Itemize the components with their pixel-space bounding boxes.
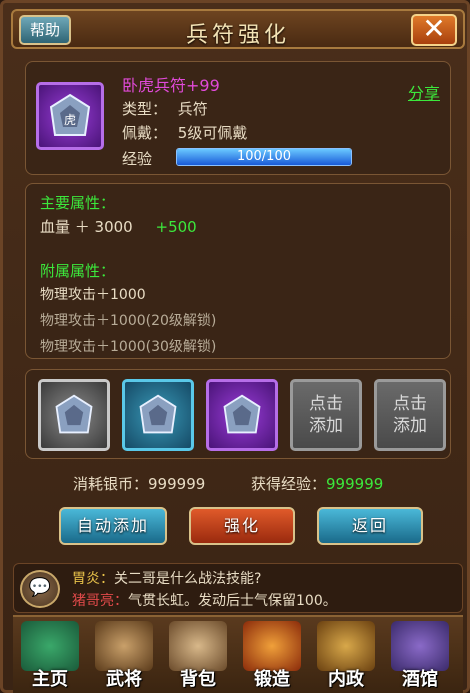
chat-sender: 胃炎： (72, 571, 114, 587)
bottom-nav: 主页 武将 背包 锻造 内政 酒馆 (13, 615, 463, 693)
palace-icon (21, 621, 79, 671)
item-name: 卧虎兵符+99 (122, 76, 220, 95)
nav-label: 主页 (32, 669, 68, 690)
nav-domestic[interactable]: 内政 (311, 621, 381, 693)
anvil-icon (243, 621, 301, 671)
chat-text: 关二哥是什么战法技能? (114, 571, 262, 587)
nav-home[interactable]: 主页 (15, 621, 85, 693)
sub-attr-line: 物理攻击＋1000(30级解锁) (40, 339, 217, 355)
heroes-icon (391, 621, 449, 671)
item-icon-slot[interactable]: 虎 (36, 82, 104, 150)
general-icon (95, 621, 153, 671)
enhance-button[interactable]: 强化 (189, 507, 295, 545)
chat-text: 气贯长虹。发动后士气保留100。 (128, 593, 337, 609)
exp-label: 经验 (122, 150, 153, 168)
treasure-icon (317, 621, 375, 671)
nav-bag[interactable]: 背包 (163, 621, 233, 693)
silver-cost-label: 消耗银币： (73, 475, 149, 493)
type-row: 类型： 兵符 (122, 98, 208, 119)
materials-panel: 点击 添加 点击 添加 (25, 369, 451, 459)
wear-value: 5级可佩戴 (177, 124, 248, 142)
window-frame: 帮助 兵符强化 ✕ 虎 卧虎兵符+99 分享 类型： 兵符 佩戴： 5级可佩戴 … (0, 0, 470, 693)
material-slot[interactable] (122, 379, 194, 451)
material-slot[interactable] (38, 379, 110, 451)
type-label: 类型： (122, 100, 168, 118)
sub-attr-title: 附属属性： (40, 262, 116, 280)
nav-forge[interactable]: 锻造 (237, 621, 307, 693)
auto-add-button[interactable]: 自动添加 (59, 507, 167, 545)
exp-gain: 获得经验：999999 (251, 473, 383, 494)
nav-label: 内政 (328, 669, 364, 690)
main-attr-title: 主要属性： (40, 194, 116, 212)
sub-attr-line: 物理攻击＋1000(20级解锁) (40, 313, 217, 329)
chat-box[interactable]: 💬 胃炎：关二哥是什么战法技能? 猪哥亮：气贯长虹。发动后士气保留100。 (13, 563, 463, 613)
tally-icon: 虎 (49, 93, 91, 136)
close-button[interactable]: ✕ (411, 14, 457, 46)
tally-icon (139, 394, 177, 434)
tally-icon (223, 394, 261, 434)
bag-icon (169, 621, 227, 671)
nav-label: 锻造 (254, 669, 290, 690)
material-slot[interactable] (206, 379, 278, 451)
type-value: 兵符 (177, 100, 208, 118)
slot-label: 添加 (309, 416, 343, 436)
item-info-panel: 虎 卧虎兵符+99 分享 类型： 兵符 佩戴： 5级可佩戴 经验 100/100 (25, 61, 451, 175)
exp-gain-value: 999999 (326, 475, 384, 493)
title-bar: 帮助 兵符强化 ✕ (11, 9, 465, 49)
empty-slot-add-button[interactable]: 点击 添加 (374, 379, 446, 451)
chat-sender: 猪哥亮： (72, 593, 128, 609)
exp-bar: 100/100 (176, 148, 352, 166)
main-attr-bonus: +500 (155, 218, 197, 236)
nav-label: 背包 (180, 669, 216, 690)
tally-icon (55, 394, 93, 434)
slot-label: 添加 (393, 416, 427, 436)
chat-message: 猪哥亮：气贯长虹。发动后士气保留100。 (72, 590, 337, 610)
share-link[interactable]: 分享 (408, 80, 440, 104)
silver-cost-value: 999999 (148, 475, 206, 493)
nav-generals[interactable]: 武将 (89, 621, 159, 693)
slot-label: 点击 (309, 394, 343, 414)
exp-gain-label: 获得经验： (251, 475, 327, 493)
sub-attr-line: 物理攻击＋1000 (40, 287, 146, 303)
chat-message: 胃炎：关二哥是什么战法技能? (72, 568, 261, 588)
main-attr-line: 血量 ＋ 3000 +500 (40, 216, 197, 237)
nav-label: 酒馆 (402, 669, 438, 690)
empty-slot-add-button[interactable]: 点击 添加 (290, 379, 362, 451)
wear-label: 佩戴： (122, 124, 168, 142)
main-attr-value: 血量 ＋ 3000 (40, 218, 133, 236)
exp-text: 100/100 (236, 149, 291, 164)
chat-bubble-icon[interactable]: 💬 (20, 570, 60, 608)
wear-row: 佩戴： 5级可佩戴 (122, 122, 247, 143)
silver-cost: 消耗银币：999999 (73, 473, 205, 494)
attributes-panel: 主要属性： 血量 ＋ 3000 +500 附属属性： 物理攻击＋1000 物理攻… (25, 183, 451, 359)
nav-label: 武将 (106, 669, 142, 690)
page-title: 兵符强化 (185, 23, 290, 48)
back-button[interactable]: 返回 (317, 507, 423, 545)
svg-text:虎: 虎 (64, 113, 76, 127)
slot-label: 点击 (393, 394, 427, 414)
nav-tavern[interactable]: 酒馆 (385, 621, 455, 693)
